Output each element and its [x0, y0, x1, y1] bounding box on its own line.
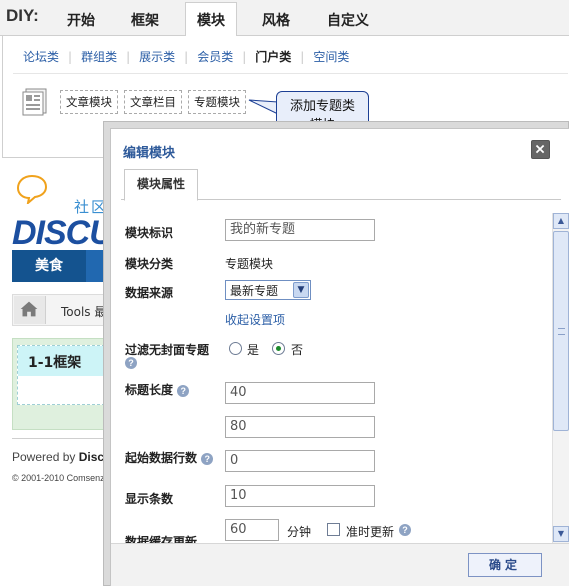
callout-pointer [248, 99, 279, 115]
divider [13, 73, 568, 74]
filter-no-label: 否 [291, 343, 304, 357]
cache-ontime-checkbox[interactable] [327, 523, 340, 536]
module-article-column[interactable]: 文章栏目 [124, 90, 182, 114]
collapse-settings-link[interactable]: 收起设置项 [225, 311, 285, 328]
module-id-input[interactable]: 我的新专题 [225, 219, 375, 241]
callout-line1: 添加专题类 [289, 99, 355, 114]
title-length-input[interactable]: 40 [225, 382, 375, 404]
filter-no-radio[interactable] [272, 342, 285, 355]
dialog-body: 编辑模块 模块属性 模块标识 我的新专题 模块分类 专题模块 数据来源 最新专题… [110, 128, 569, 586]
chevron-down-icon: ▼ [293, 282, 309, 298]
subtab-forum[interactable]: 论坛类 [23, 50, 59, 64]
start-row-input[interactable]: 0 [225, 450, 375, 472]
start-row-label: 起始数据行数 ? [125, 449, 214, 466]
tab-custom[interactable]: 自定义 [327, 10, 369, 30]
dialog-footer: 确定 [111, 543, 569, 586]
scroll-up-icon[interactable]: ▲ [553, 213, 569, 229]
filter-yes-radio[interactable] [229, 342, 242, 355]
help-icon[interactable]: ? [201, 452, 214, 465]
tab-module-properties[interactable]: 模块属性 [124, 169, 198, 201]
filter-no-cover-label: 过滤无封面专题 [125, 343, 210, 357]
diy-label: DIY: [6, 6, 39, 25]
show-count-label: 显示条数 [125, 492, 174, 506]
module-category-label: 模块分类 [125, 257, 174, 271]
module-category-tabs: 论坛类 | 群组类 | 展示类 | 会员类 | 门户类 | 空间类 [23, 50, 350, 64]
subtab-portal[interactable]: 门户类 [255, 50, 291, 64]
module-form: 模块标识 我的新专题 模块分类 专题模块 数据来源 最新专题 ▼ 收起设置项 过… [111, 207, 545, 545]
module-topic[interactable]: 专题模块 [188, 90, 246, 114]
cache-unit: 分钟 [287, 525, 312, 539]
tab-start[interactable]: 开始 [67, 10, 95, 30]
subtab-space[interactable]: 空间类 [313, 50, 349, 64]
form-scrollbar[interactable]: ▲ ▼ [552, 213, 569, 543]
scroll-thumb[interactable] [553, 231, 569, 431]
dialog-title: 编辑模块 [123, 146, 176, 161]
subtab-display[interactable]: 展示类 [139, 50, 175, 64]
summary-length-input[interactable]: 80 [225, 416, 375, 438]
data-source-select[interactable]: 最新专题 ▼ [225, 280, 311, 300]
home-icon[interactable] [14, 296, 46, 324]
tab-frame[interactable]: 框架 [131, 10, 159, 30]
help-icon[interactable]: ? [177, 384, 190, 397]
edit-module-dialog: 编辑模块 模块属性 模块标识 我的新专题 模块分类 专题模块 数据来源 最新专题… [103, 121, 569, 586]
module-article[interactable]: 文章模块 [60, 90, 118, 114]
tab-style[interactable]: 风格 [262, 10, 290, 30]
show-count-input[interactable]: 10 [225, 485, 375, 507]
help-icon[interactable]: ? [125, 357, 137, 369]
close-icon [535, 144, 545, 154]
logo-bubble-icon [16, 174, 48, 204]
frame-label: 1-1框架 [28, 355, 82, 371]
close-button[interactable] [531, 140, 550, 159]
scroll-down-icon[interactable]: ▼ [553, 526, 569, 542]
title-length-label: 标题长度 ? [125, 381, 190, 398]
module-category-value: 专题模块 [225, 257, 274, 271]
cache-minutes-input[interactable]: 60 [225, 519, 279, 541]
nav-item-food[interactable]: 美食 [12, 250, 86, 282]
data-source-value: 最新专题 [230, 284, 279, 298]
cache-ontime-label: 准时更新 [346, 525, 395, 539]
tab-module[interactable]: 模块 [185, 2, 237, 37]
diy-toolbar: DIY: 开始 框架 模块 风格 自定义 [0, 0, 569, 37]
module-icon [22, 88, 47, 116]
subtab-group[interactable]: 群组类 [81, 50, 117, 64]
filter-yes-label: 是 [247, 343, 260, 357]
ok-button[interactable]: 确定 [468, 553, 542, 577]
help-icon[interactable]: ? [399, 524, 411, 536]
powered-by: Powered by Discu [12, 450, 112, 464]
copyright: © 2001-2010 Comsenz [12, 473, 105, 483]
subtab-member[interactable]: 会员类 [197, 50, 233, 64]
module-id-label: 模块标识 [125, 226, 174, 240]
data-source-label: 数据来源 [125, 286, 174, 300]
